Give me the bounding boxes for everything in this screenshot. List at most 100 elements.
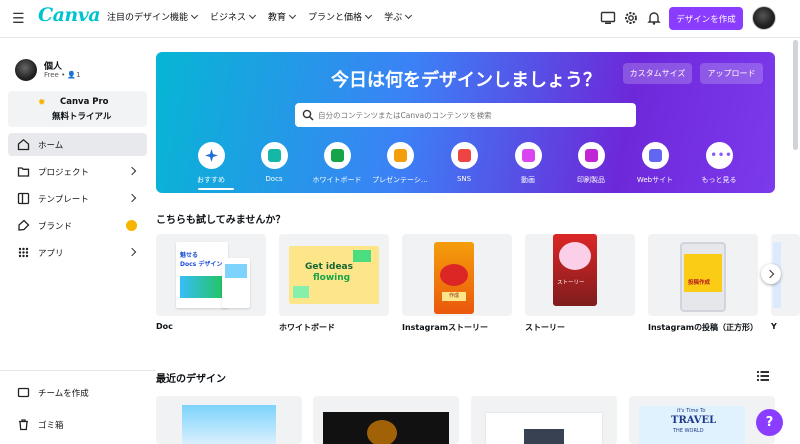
category-label: 動画 [521,176,535,184]
recent-thumb-text: THE WORLD [673,428,704,434]
avatar[interactable] [752,6,776,30]
pro-trial-button[interactable]: ✹ Canva Pro 無料トライアル [8,91,147,127]
folder-icon [17,167,30,177]
category-docs[interactable]: Docs [244,142,304,183]
gear-icon[interactable] [623,10,639,26]
canva-logo[interactable]: Canva [38,4,101,26]
category-circle [386,142,414,169]
template-card-doc[interactable]: 魅せる Docs デザイン [156,234,266,316]
nav-label: 注目のデザイン機能 [107,13,189,23]
card-label: Y [771,322,777,331]
heart-icon [457,149,471,162]
account-switcher[interactable]: 個人 Free • 👤1 [15,59,81,81]
sidebar-item-label: プロジェクト [38,167,90,178]
sidebar-item-label: アプリ [38,248,64,259]
category-circle: ••• [705,142,733,169]
home-icon [17,138,30,151]
doc-phone [222,258,250,308]
whiteboard-thumb: Get ideas flowing [289,246,379,304]
category-recommended[interactable]: おすすめ [181,142,241,185]
category-website[interactable]: Webサイト [625,142,685,185]
category-whiteboard[interactable]: ホワイトボード [307,142,367,185]
sidebar-item-home[interactable]: ホーム [8,133,147,156]
nav-education[interactable]: 教育 [268,10,297,23]
help-button[interactable]: ? [756,409,783,436]
nav-featured[interactable]: 注目のデザイン機能 [107,10,199,23]
sidebar-item-apps[interactable]: アプリ [8,241,147,264]
doc-thumb-text: Docs デザイン [180,261,223,268]
chevron-down-icon [365,11,373,19]
custom-size-button[interactable]: カスタムサイズ [623,63,692,84]
list-view-icon[interactable] [757,371,769,381]
nav-pricing[interactable]: プランと価格 [308,10,373,23]
category-label: もっと見る [701,176,737,184]
sidebar-item-trash[interactable]: ゴミ箱 [8,413,147,436]
recent-thumb-image [524,429,564,444]
recent-thumb [182,405,276,444]
team-icon [17,387,30,398]
sidebar-item-projects[interactable]: プロジェクト [8,160,147,183]
person-image [559,242,591,270]
category-circle [577,142,605,169]
doc-phone-image [225,264,247,278]
selected-indicator [198,188,234,190]
ig-post-thumb-text: 投稿作成 [688,280,711,286]
category-label: SNS [456,175,472,183]
category-label: 印刷製品 [577,176,605,184]
bell-icon[interactable] [646,10,662,26]
card-label: ホワイトボード [279,323,335,332]
website-icon [648,149,662,162]
recent-thumb-text: TRAVEL [671,415,717,426]
story-thumb: ストーリー [553,234,597,306]
trial-label-1: Canva Pro [60,97,109,107]
template-card-story[interactable]: ストーリー [525,234,635,316]
ig-story-badge: 作成 [442,292,466,301]
search-bar[interactable] [295,103,636,127]
template-icon [17,192,30,205]
nav-learn[interactable]: 学ぶ [384,10,413,23]
menu-icon[interactable]: ☰ [12,11,26,27]
sidebar-item-brand[interactable]: ブランド [8,214,147,237]
card-label: Instagramの投稿（正方形） [648,323,759,332]
template-card-ig-story[interactable]: 作成 [402,234,512,316]
section-title-recent: 最近のデザイン [156,374,226,385]
category-sns[interactable]: SNS [434,142,494,183]
nav-label: ビジネス [210,13,247,23]
category-print[interactable]: 印刷製品 [561,142,621,185]
category-label: Webサイト [636,176,674,184]
template-card-ig-post[interactable]: 投稿作成 [648,234,758,316]
recent-thumb-text: It's Time To [677,408,706,414]
chevron-down-icon [405,11,413,19]
phone-frame: 投稿作成 [680,242,726,312]
crown-icon [126,220,137,231]
sidebar-item-label: テンプレート [38,194,89,205]
recent-design-card[interactable] [471,396,617,444]
carousel-next-button[interactable] [761,264,781,284]
category-video[interactable]: 動画 [498,142,558,185]
brand-icon [18,219,30,231]
search-input[interactable] [318,106,618,124]
sidebar-item-create-team[interactable]: チームを作成 [8,381,147,404]
sidebar-item-label: ブランド [38,221,73,232]
category-presentation[interactable]: プレゼンテーシ… [370,142,430,185]
apps-icon [18,247,29,258]
chevron-down-icon [190,11,199,19]
sidebar-item-label: チームを作成 [38,388,89,399]
recent-design-card[interactable] [156,396,302,444]
divider [0,370,156,371]
nav-business[interactable]: ビジネス [210,10,257,23]
ig-story-thumb: 作成 [434,242,474,314]
scrollbar[interactable] [793,40,798,150]
nav-label: 学ぶ [384,13,403,23]
category-more[interactable]: ••• もっと見る [689,142,749,185]
recent-design-card[interactable] [313,396,459,444]
desktop-app-icon[interactable] [600,10,616,26]
create-design-button[interactable]: デザインを作成 [669,7,743,30]
doc-thumb-text: 魅せる [180,252,199,259]
recent-design-card[interactable]: It's Time To TRAVEL THE WORLD [629,396,775,444]
category-circle [197,142,225,169]
sidebar-item-templates[interactable]: テンプレート [8,187,147,210]
card-label: Doc [156,322,173,331]
upload-button[interactable]: アップロード [700,63,763,84]
template-card-whiteboard[interactable]: Get ideas flowing [279,234,389,316]
